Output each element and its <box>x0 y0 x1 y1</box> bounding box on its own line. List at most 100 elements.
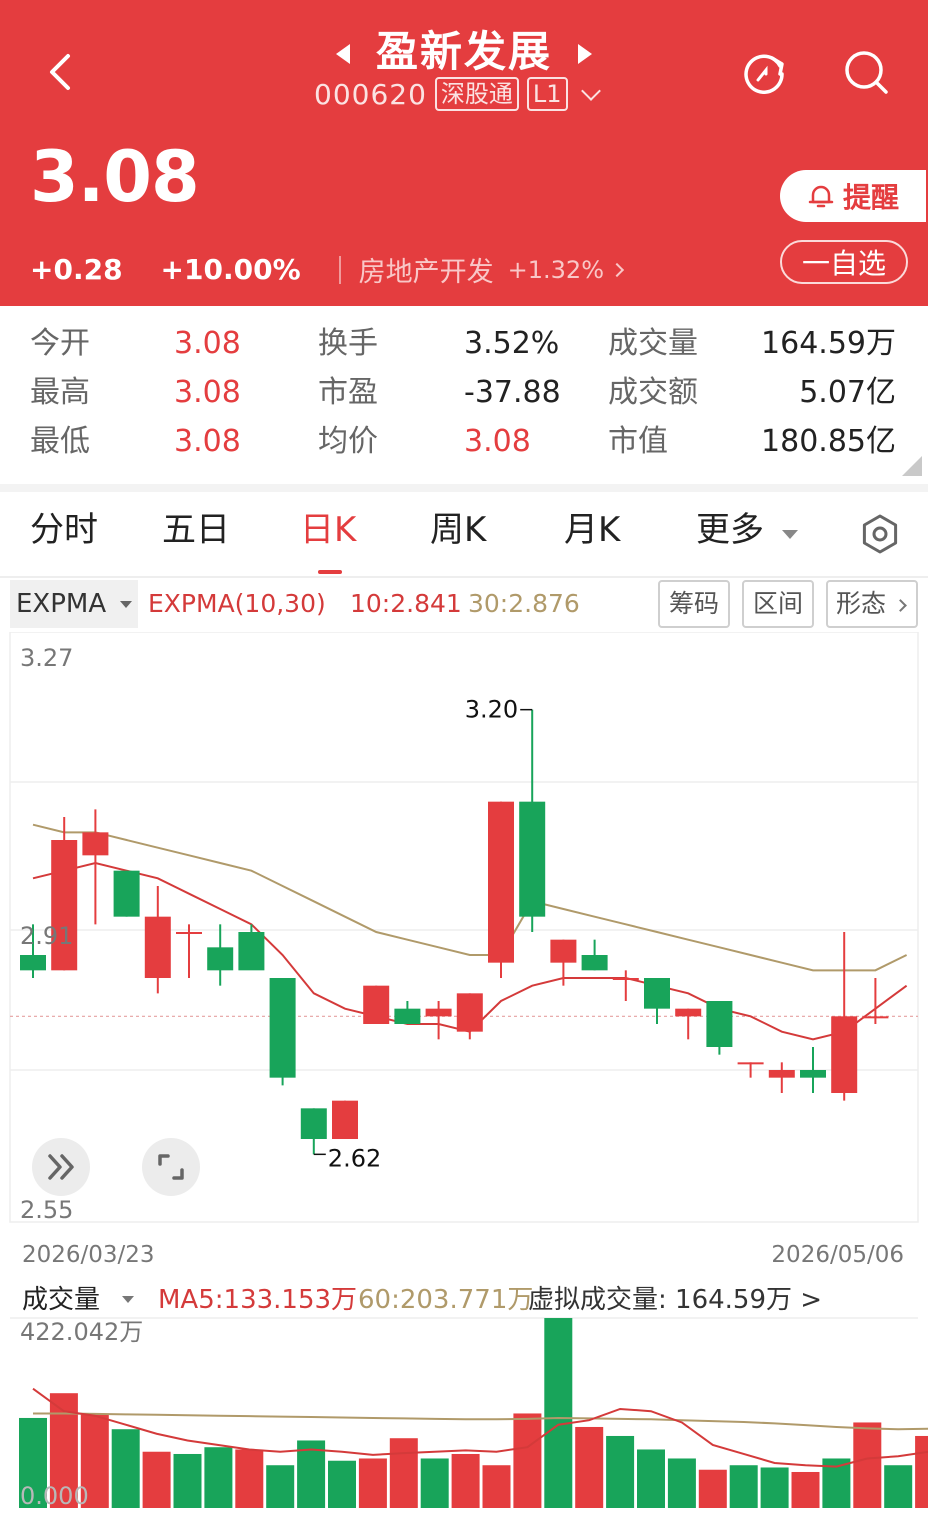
stat-label-volume: 成交量 <box>608 326 698 361</box>
tab-monthly-k[interactable]: 月K <box>564 508 620 552</box>
stat-value-open: 3.08 <box>174 326 241 361</box>
volume-bar <box>637 1449 665 1508</box>
volume-bar <box>667 1458 696 1508</box>
volume-bar <box>111 1429 140 1508</box>
volume-bar <box>884 1465 913 1508</box>
range-button[interactable]: 区间 <box>742 580 814 628</box>
stat-value-volume: 164.59万 <box>761 326 896 361</box>
volume-bar <box>482 1465 511 1508</box>
settings-icon[interactable] <box>860 514 900 554</box>
candle-body <box>644 978 670 1009</box>
volume-bar <box>606 1435 635 1508</box>
candle-body <box>737 1062 764 1065</box>
candle-body <box>332 1100 358 1139</box>
tab-weekly-k[interactable]: 周K <box>430 508 486 552</box>
candle-body <box>675 1008 702 1017</box>
chips-button[interactable]: 筹码 <box>658 580 730 628</box>
volume-bar <box>729 1465 758 1508</box>
fullscreen-button[interactable] <box>142 1138 200 1196</box>
candle-body <box>550 939 577 963</box>
volume-bar <box>173 1453 202 1508</box>
candle-body <box>20 955 46 971</box>
candle-body <box>612 978 639 980</box>
y-axis-mid-label: 2.91 <box>20 922 73 950</box>
y-axis-bottom-label: 2.55 <box>20 1196 73 1224</box>
stat-value-pe: -37.88 <box>464 375 561 410</box>
volume-bar <box>791 1471 820 1508</box>
candle-body <box>425 1008 452 1017</box>
search-icon[interactable] <box>838 44 894 100</box>
candle-body <box>456 993 483 1032</box>
change-row: +0.28 +10.00% 房地产开发 +1.32% <box>30 250 625 289</box>
stat-value-turnover: 3.52% <box>464 326 560 361</box>
tab-intraday[interactable]: 分时 <box>30 508 98 552</box>
volume-top-label: 422.042万 <box>20 1318 143 1346</box>
pattern-label: 形态 <box>836 589 887 618</box>
volume-bar <box>266 1465 295 1508</box>
next-stock-icon[interactable] <box>578 44 592 64</box>
sector-link[interactable]: 房地产开发 <box>359 250 494 289</box>
add-watchlist-button[interactable]: 一自选 <box>780 240 908 284</box>
ema10-value: 10:2.841 <box>350 589 462 618</box>
candle-body <box>300 1108 327 1139</box>
candle-body <box>51 840 78 971</box>
x-axis-end-label: 2026/05/06 <box>771 1242 904 1268</box>
stat-value-high: 3.08 <box>174 375 241 410</box>
volume-bar <box>420 1458 449 1508</box>
remind-label: 提醒 <box>842 181 899 214</box>
tab-daily-k[interactable]: 日K <box>300 508 356 552</box>
y-axis-top-label: 3.27 <box>20 644 73 672</box>
connect-tag: 深股通 <box>434 77 519 111</box>
pattern-button[interactable]: 形态 <box>826 580 918 628</box>
chevron-down-icon[interactable] <box>580 81 601 101</box>
candle-body <box>831 1016 858 1093</box>
stat-label-amount: 成交额 <box>608 375 698 410</box>
candle-body <box>768 1070 795 1078</box>
indicator-select[interactable]: EXPMA <box>10 580 138 628</box>
stat-label-high: 最高 <box>30 375 90 410</box>
volume-bottom-label: 0.000 <box>20 1482 89 1510</box>
price-change-pct: +10.00% <box>160 253 301 286</box>
active-tab-indicator <box>318 570 342 574</box>
indicator-name: EXPMA(10,30) <box>148 589 326 618</box>
chevron-right-icon[interactable] <box>609 262 625 277</box>
expand-corner-icon[interactable] <box>902 456 922 476</box>
remind-button[interactable]: 提醒 <box>780 170 926 222</box>
stat-value-low: 3.08 <box>174 424 241 459</box>
level-tag: L1 <box>526 77 568 111</box>
tab-five-day[interactable]: 五日 <box>162 508 230 552</box>
candle-body <box>706 1001 733 1047</box>
candle-body <box>862 1016 889 1019</box>
volume-bar <box>235 1449 264 1508</box>
current-price: 3.08 <box>30 136 200 218</box>
tab-more[interactable]: 更多 <box>696 508 764 552</box>
caret-down-icon[interactable] <box>782 530 798 539</box>
chevron-right-icon <box>894 599 907 612</box>
stat-label-turnover: 换手 <box>318 326 378 361</box>
volume-bar <box>575 1426 604 1508</box>
candle-body <box>82 832 109 856</box>
stat-value-amount: 5.07亿 <box>799 375 896 410</box>
kline-chart[interactable]: 3.27 2.91 2.55 2026/03/23 2026/05/06 3.2… <box>0 632 928 1272</box>
volume-bar <box>513 1413 542 1508</box>
volume-bar <box>451 1453 480 1508</box>
volume-bar <box>698 1469 727 1508</box>
candle-body <box>176 932 202 934</box>
bell-icon <box>808 185 834 208</box>
candle-body <box>488 801 514 963</box>
volume-chart[interactable]: 422.042万 0.000 <box>0 1276 928 1520</box>
refresh-icon[interactable] <box>736 44 792 100</box>
stat-value-avg: 3.08 <box>464 424 531 459</box>
stat-label-open: 今开 <box>30 326 90 361</box>
prev-stock-icon[interactable] <box>336 44 350 64</box>
stock-name: 盈新发展 <box>375 27 552 76</box>
volume-bar <box>544 1318 573 1508</box>
volume-bar <box>915 1435 928 1508</box>
section-gap <box>0 484 928 492</box>
double-chevron-right-icon <box>48 1154 74 1180</box>
volume-bar <box>760 1467 789 1508</box>
stock-code-row: 000620 深股通 L1 <box>314 76 601 112</box>
expand-button[interactable] <box>32 1138 90 1196</box>
caret-down-icon <box>120 601 132 608</box>
candle-body <box>363 985 390 1024</box>
